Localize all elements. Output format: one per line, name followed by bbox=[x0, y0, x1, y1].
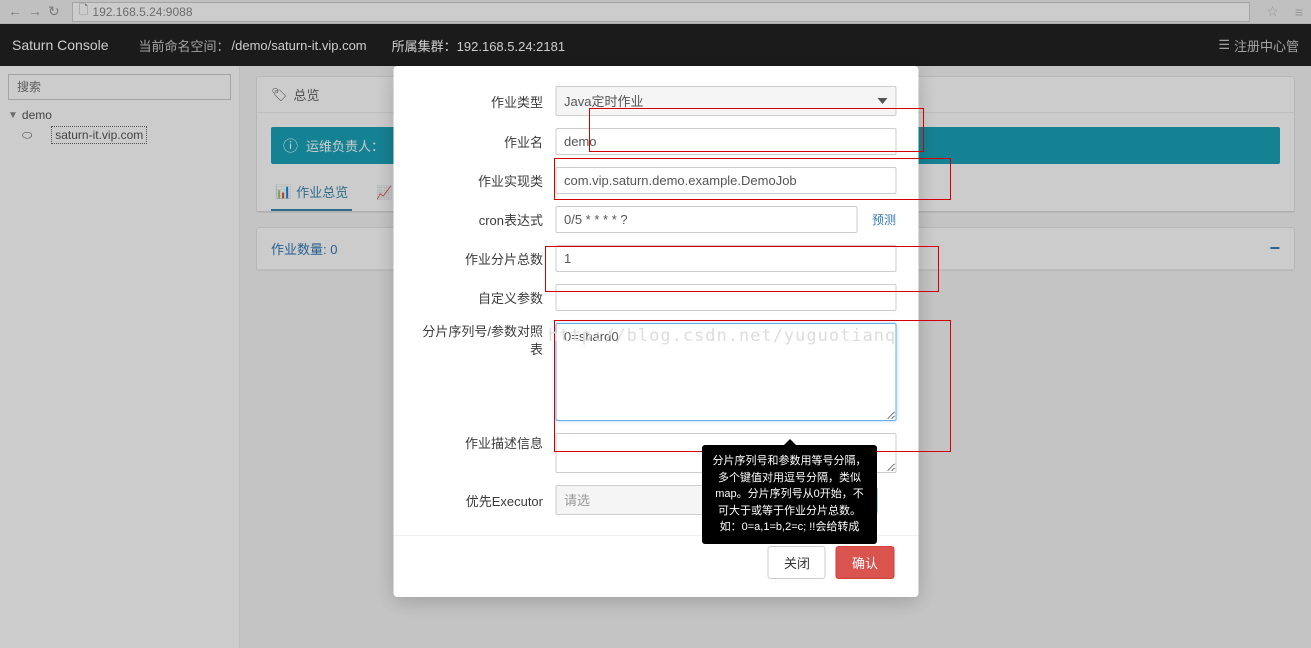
job-type-label: 作业类型 bbox=[415, 92, 555, 111]
job-name-input[interactable] bbox=[555, 128, 896, 155]
shard-count-label: 作业分片总数 bbox=[415, 249, 555, 268]
job-type-select[interactable]: Java定时作业 bbox=[555, 86, 896, 116]
job-name-label: 作业名 bbox=[415, 132, 555, 151]
job-class-label: 作业实现类 bbox=[415, 171, 555, 190]
job-class-input[interactable] bbox=[555, 167, 896, 194]
close-button[interactable]: 关闭 bbox=[768, 546, 826, 579]
shard-map-tooltip: 分片序列号和参数用等号分隔，多个键值对用逗号分隔，类似map。分片序列号从0开始… bbox=[702, 445, 877, 544]
shard-count-input[interactable] bbox=[555, 245, 896, 272]
cron-input[interactable] bbox=[555, 206, 858, 233]
executor-label: 优先Executor bbox=[415, 491, 555, 510]
shard-map-label: 分片序列号/参数对照表 bbox=[415, 323, 555, 359]
custom-param-label: 自定义参数 bbox=[415, 288, 555, 307]
cron-predict-link[interactable]: 预测 bbox=[872, 211, 896, 228]
custom-param-input[interactable] bbox=[555, 284, 896, 311]
job-desc-label: 作业描述信息 bbox=[415, 433, 555, 452]
cron-label: cron表达式 bbox=[415, 210, 555, 229]
confirm-button[interactable]: 确认 bbox=[836, 546, 894, 579]
shard-map-textarea[interactable] bbox=[555, 323, 896, 421]
